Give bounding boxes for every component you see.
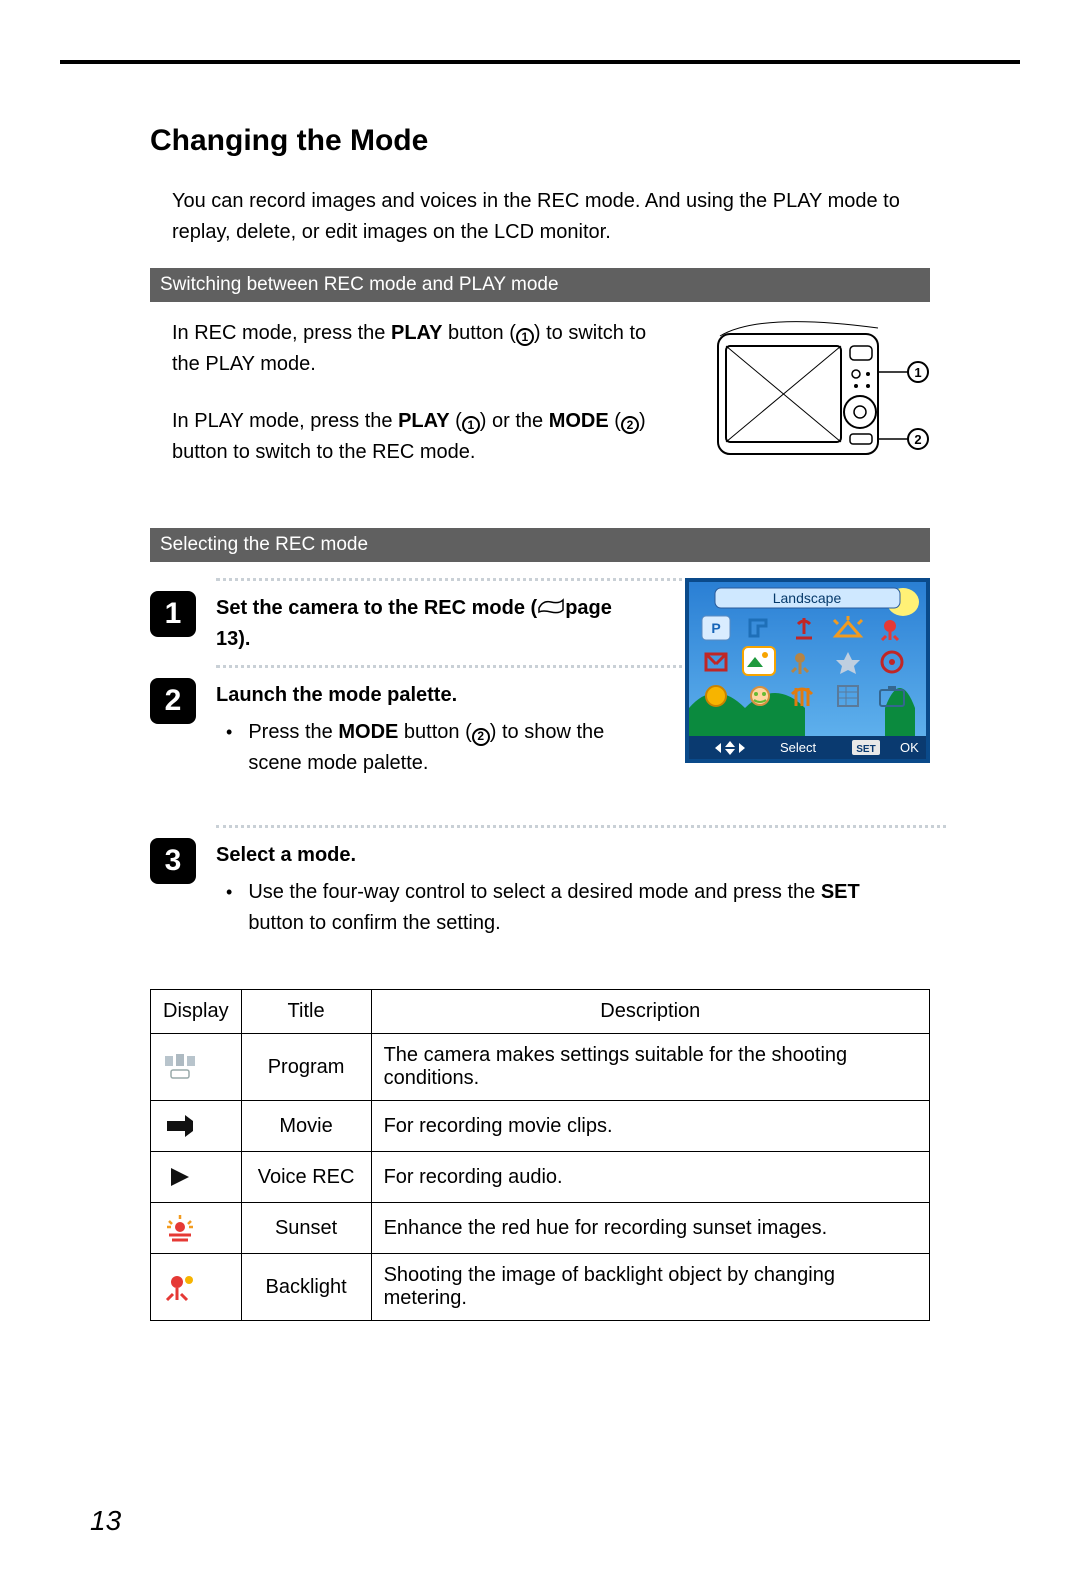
table-row: Program The camera makes settings suitab… (151, 1034, 930, 1101)
ref-2-icon: 2 (621, 416, 639, 434)
callout-2: 2 (914, 432, 921, 447)
section-header-switching: Switching between REC mode and PLAY mode (150, 268, 930, 302)
divider (216, 665, 696, 668)
backlight-icon (151, 1254, 242, 1321)
cell-desc: For recording audio. (371, 1152, 929, 1203)
table-row: Voice REC For recording audio. (151, 1152, 930, 1203)
play-label: PLAY (391, 322, 443, 344)
t: ( (609, 410, 621, 432)
step-2-head: Launch the mode palette. (216, 680, 646, 711)
palette-ok-label: OK (900, 740, 919, 755)
page-number: 13 (90, 1505, 121, 1537)
mode-label: MODE (338, 721, 398, 743)
t: button ( (398, 721, 471, 743)
step-1-number: 1 (150, 591, 196, 637)
table-row: Backlight Shooting the image of backligh… (151, 1254, 930, 1321)
svg-text:P: P (711, 620, 720, 636)
switch-text-2: In PLAY mode, press the PLAY (1) or the … (172, 406, 662, 468)
modes-table: Display Title Description Program The ca… (150, 989, 930, 1321)
cell-title: Voice REC (241, 1152, 371, 1203)
callout-1: 1 (914, 365, 921, 380)
play-label: PLAY (398, 410, 450, 432)
section-header-selecting: Selecting the REC mode (150, 528, 930, 562)
t: button to confirm the setting. (248, 912, 500, 934)
page-ref-icon (537, 593, 565, 624)
program-icon (151, 1034, 242, 1101)
intro-text: You can record images and voices in the … (172, 186, 930, 248)
th-description: Description (371, 990, 929, 1034)
cell-title: Program (241, 1034, 371, 1101)
table-row: Movie For recording movie clips. (151, 1101, 930, 1152)
palette-title: Landscape (773, 590, 842, 606)
cell-desc: For recording movie clips. (371, 1101, 929, 1152)
t: button ( (443, 322, 516, 344)
cell-desc: Enhance the red hue for recording sunset… (371, 1203, 929, 1254)
ref-1-icon: 1 (516, 328, 534, 346)
step-3-bullet: Use the four-way control to select a des… (226, 877, 916, 939)
step-2-number: 2 (150, 678, 196, 724)
ref-2-icon: 2 (472, 728, 490, 746)
divider (216, 825, 946, 828)
t: Press the (248, 721, 338, 743)
t: In REC mode, press the (172, 322, 391, 344)
step-3-number: 3 (150, 838, 196, 884)
step-3-text: Select a mode. Use the four-way control … (216, 838, 916, 939)
switch-text-1: In REC mode, press the PLAY button (1) t… (172, 318, 662, 380)
step-2-text: Launch the mode palette. Press the MODE … (216, 678, 646, 779)
camera-diagram: 1 2 (700, 312, 940, 492)
step-3-head: Select a mode. (216, 840, 916, 871)
t: Set the camera to the REC mode ( (216, 597, 537, 619)
page-title: Changing the Mode (150, 124, 930, 158)
table-header-row: Display Title Description (151, 990, 930, 1034)
palette-set-label: SET (856, 744, 875, 755)
th-display: Display (151, 990, 242, 1034)
set-label: SET (821, 881, 860, 903)
sunset-icon (151, 1203, 242, 1254)
t: ( (450, 410, 462, 432)
t: Use the four-way control to select a des… (248, 881, 821, 903)
cell-title: Sunset (241, 1203, 371, 1254)
table-row: Sunset Enhance the red hue for recording… (151, 1203, 930, 1254)
mode-palette-screenshot: Landscape P (685, 578, 930, 763)
voice-icon (151, 1152, 242, 1203)
step-2-bullet: Press the MODE button (2) to show the sc… (226, 717, 646, 779)
ref-1-icon: 1 (462, 416, 480, 434)
palette-select-label: Select (780, 740, 817, 755)
cell-desc: Shooting the image of backlight object b… (371, 1254, 929, 1321)
cell-desc: The camera makes settings suitable for t… (371, 1034, 929, 1101)
t: ) or the (480, 410, 549, 432)
cell-title: Backlight (241, 1254, 371, 1321)
movie-icon (151, 1101, 242, 1152)
divider (216, 578, 696, 581)
step-1-text: Set the camera to the REC mode (page 13)… (216, 591, 646, 655)
cell-title: Movie (241, 1101, 371, 1152)
t: In PLAY mode, press the (172, 410, 398, 432)
mode-label: MODE (549, 410, 609, 432)
th-title: Title (241, 990, 371, 1034)
